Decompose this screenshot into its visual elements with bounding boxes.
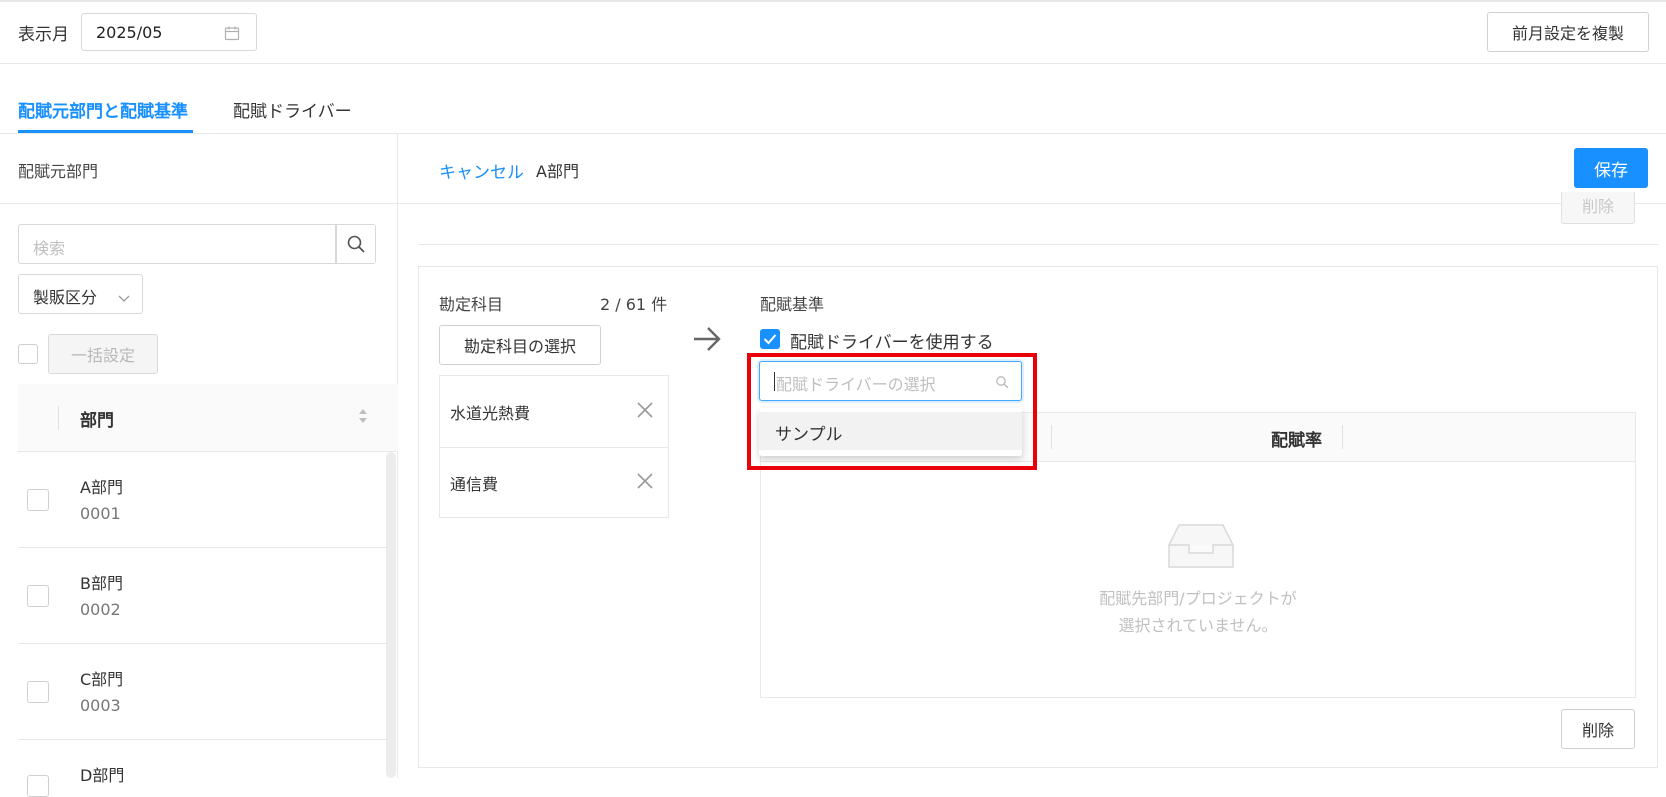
- allocation-basis-label: 配賦基準: [760, 295, 825, 314]
- month-value: 2025/05: [96, 23, 163, 42]
- row-checkbox[interactable]: [27, 585, 49, 607]
- previous-card-bottom: [418, 244, 1658, 245]
- department-name: C部門: [80, 670, 124, 689]
- row-checkbox[interactable]: [27, 681, 49, 703]
- close-icon[interactable]: [636, 472, 654, 494]
- previous-card-delete-button[interactable]: 削除: [1561, 192, 1635, 224]
- check-icon: [763, 334, 777, 345]
- sort-icon[interactable]: [358, 408, 368, 428]
- panel-header-divider: [0, 203, 1666, 204]
- table-row[interactable]: A部門 0001: [18, 452, 388, 548]
- left-panel-title: 配賦元部門: [18, 162, 99, 181]
- tab-allocation-driver[interactable]: 配賦ドライバー: [233, 97, 352, 122]
- top-divider: [0, 0, 1666, 2]
- account-name: 水道光熱費: [450, 404, 531, 423]
- header-divider: [0, 63, 1666, 64]
- department-name: D部門: [80, 766, 125, 785]
- select-all-checkbox[interactable]: [18, 344, 38, 364]
- select-accounts-button[interactable]: 勘定科目の選択: [439, 325, 601, 365]
- department-code: 0002: [80, 600, 121, 619]
- bulk-setting-button[interactable]: 一括設定: [48, 334, 158, 374]
- empty-message-line: 配賦先部門/プロジェクトが: [1099, 589, 1297, 608]
- sales-type-filter[interactable]: 製販区分: [18, 274, 143, 314]
- table-row[interactable]: C部門 0003: [18, 644, 388, 740]
- department-name: A部門: [80, 478, 123, 497]
- use-driver-label[interactable]: 配賦ドライバーを使用する: [790, 328, 994, 353]
- month-label: 表示月: [18, 25, 69, 45]
- save-button[interactable]: 保存: [1574, 148, 1648, 188]
- calendar-icon: [224, 25, 240, 45]
- table-row[interactable]: B部門 0002: [18, 548, 388, 644]
- tabs-divider: [0, 133, 1666, 134]
- editing-department-name: A部門: [536, 162, 579, 181]
- row-checkbox[interactable]: [27, 775, 49, 797]
- account-name: 通信費: [450, 475, 499, 494]
- highlight-box: [747, 353, 1037, 470]
- department-search-input[interactable]: 検索: [18, 224, 336, 264]
- row-checkbox[interactable]: [27, 489, 49, 511]
- department-code: 0001: [80, 504, 121, 523]
- department-table-header: 部門: [18, 384, 398, 452]
- search-placeholder: 検索: [33, 239, 66, 258]
- month-picker[interactable]: 2025/05: [81, 13, 257, 51]
- empty-message: 配賦先部門/プロジェクトが 選択されていません。: [761, 585, 1635, 639]
- department-code: 0003: [80, 696, 121, 715]
- table-row[interactable]: D部門: [18, 740, 388, 797]
- list-item: 水道光熱費: [440, 376, 668, 448]
- search-button[interactable]: [336, 224, 376, 264]
- header-separator: [1051, 425, 1052, 449]
- search-icon: [347, 235, 365, 253]
- allocation-rate-header: 配賦率: [1271, 431, 1322, 451]
- department-name: B部門: [80, 574, 123, 593]
- delete-button[interactable]: 削除: [1561, 709, 1635, 749]
- empty-message-line: 選択されていません。: [1118, 616, 1278, 635]
- cancel-link[interactable]: キャンセル: [439, 158, 524, 183]
- header-separator: [1342, 425, 1343, 449]
- accounts-label: 勘定科目: [439, 295, 504, 314]
- header-separator: [58, 406, 59, 430]
- close-icon[interactable]: [636, 401, 654, 423]
- accounts-count: 2 / 61 件: [600, 295, 668, 314]
- selected-accounts-list: 水道光熱費 通信費: [439, 375, 669, 518]
- chevron-down-icon: [118, 289, 130, 308]
- empty-inbox-icon: [1167, 521, 1235, 575]
- list-item: 通信費: [440, 447, 668, 518]
- left-scrollbar[interactable]: [386, 452, 396, 778]
- department-column-header[interactable]: 部門: [80, 406, 114, 431]
- tab-source-and-basis[interactable]: 配賦元部門と配賦基準: [18, 97, 188, 122]
- filter-label: 製販区分: [33, 288, 98, 307]
- copy-previous-month-button[interactable]: 前月設定を複製: [1487, 12, 1649, 52]
- use-driver-checkbox[interactable]: [760, 329, 780, 349]
- arrow-right-icon: [692, 326, 722, 356]
- panel-divider: [397, 133, 398, 778]
